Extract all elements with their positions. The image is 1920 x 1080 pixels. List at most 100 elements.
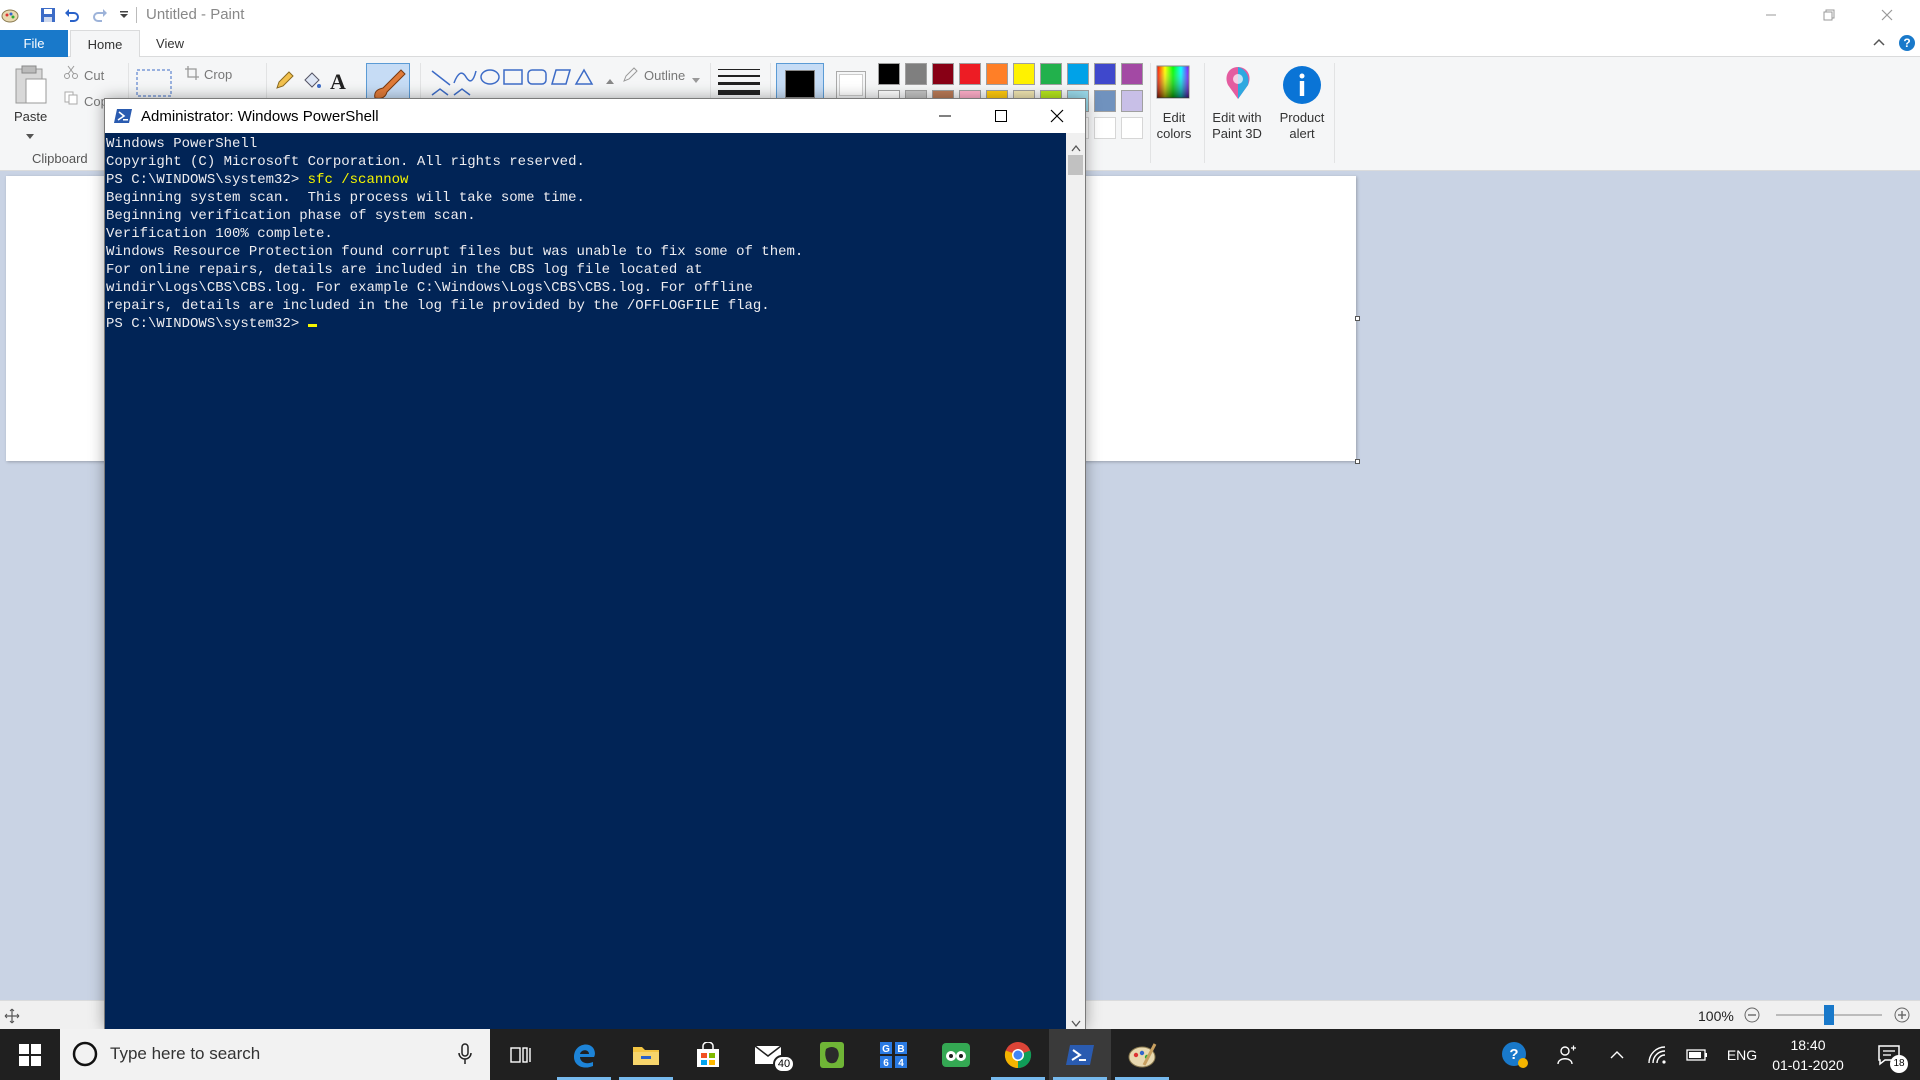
- help-icon[interactable]: ?: [1898, 34, 1916, 57]
- cut-icon[interactable]: [64, 65, 78, 84]
- taskbar-paint[interactable]: [1111, 1029, 1173, 1080]
- tab-file[interactable]: File: [0, 30, 68, 57]
- zoom-out-icon[interactable]: [1744, 1007, 1760, 1028]
- palette-swatch[interactable]: [1067, 63, 1089, 85]
- network-icon[interactable]: [1640, 1029, 1674, 1080]
- taskbar-chrome[interactable]: [987, 1029, 1049, 1080]
- taskbar-gb64[interactable]: GB64: [863, 1029, 925, 1080]
- edit-colors-icon[interactable]: [1156, 65, 1190, 104]
- palette-swatch[interactable]: [1121, 63, 1143, 85]
- chrome-icon: [1004, 1041, 1032, 1068]
- text-tool-icon[interactable]: A: [330, 69, 346, 95]
- taskbar-file-explorer[interactable]: [615, 1029, 677, 1080]
- paint-close-button[interactable]: [1858, 0, 1916, 30]
- customize-quick-access-icon[interactable]: [114, 5, 134, 25]
- undo-icon[interactable]: [62, 5, 82, 25]
- taskbar-edge[interactable]: [553, 1029, 615, 1080]
- palette-swatch[interactable]: [1094, 90, 1116, 112]
- zoom-in-icon[interactable]: [1894, 1007, 1910, 1028]
- powershell-console[interactable]: Windows PowerShell Copyright (C) Microsof…: [105, 133, 1066, 1029]
- color2-button[interactable]: [836, 71, 866, 99]
- fill-bucket-icon[interactable]: [302, 71, 322, 96]
- tab-view[interactable]: View: [142, 30, 198, 57]
- microphone-icon[interactable]: [458, 1043, 472, 1070]
- redo-icon[interactable]: [90, 5, 110, 25]
- svg-text:4: 4: [898, 1058, 904, 1069]
- paint-restore-button[interactable]: [1800, 0, 1858, 30]
- taskbar-evernote[interactable]: [801, 1029, 863, 1080]
- taskbar-store[interactable]: [677, 1029, 739, 1080]
- paint-minimize-button[interactable]: [1742, 0, 1800, 30]
- cortana-icon[interactable]: [72, 1041, 98, 1072]
- svg-text:?: ?: [1509, 1046, 1518, 1063]
- console-command-line: PS C:\WINDOWS\system32> sfc /scannow: [106, 171, 803, 189]
- console-prompt: PS C:\WINDOWS\system32>: [106, 172, 300, 188]
- product-alert-button[interactable]: Product alert: [1272, 110, 1332, 142]
- palette-swatch[interactable]: [959, 63, 981, 85]
- edit-with-paint3d-button[interactable]: Edit with Paint 3D: [1206, 110, 1268, 142]
- outline-dropdown-icon[interactable]: [692, 71, 700, 89]
- palette-swatch[interactable]: [1013, 63, 1035, 85]
- taskbar-search-box[interactable]: Type here to search: [60, 1029, 490, 1080]
- svg-text:B: B: [897, 1044, 904, 1055]
- taskbar-powershell[interactable]: [1049, 1029, 1111, 1080]
- palette-swatch[interactable]: [1040, 63, 1062, 85]
- folder-icon: [633, 1046, 659, 1065]
- resize-handle-corner[interactable]: [1355, 459, 1360, 464]
- scroll-thumb[interactable]: [1068, 155, 1083, 175]
- palette-swatch[interactable]: [1094, 63, 1116, 85]
- palette-swatch[interactable]: [878, 63, 900, 85]
- copy-icon[interactable]: [64, 91, 78, 110]
- people-icon[interactable]: [1550, 1029, 1584, 1080]
- show-hidden-icons-icon[interactable]: [1600, 1029, 1634, 1080]
- edit-colors-button[interactable]: Edit colors: [1152, 110, 1196, 142]
- paste-icon[interactable]: [12, 65, 48, 110]
- outline-icon[interactable]: [622, 67, 638, 88]
- crop-icon[interactable]: [184, 65, 200, 86]
- help-tray-icon[interactable]: ?: [1498, 1029, 1532, 1080]
- outline-button[interactable]: Outline: [644, 68, 685, 83]
- ribbon-separator: [1204, 63, 1205, 163]
- save-icon[interactable]: [38, 5, 58, 25]
- brushes-button[interactable]: [366, 63, 410, 103]
- powershell-maximize-button[interactable]: [973, 99, 1029, 133]
- palette-swatch[interactable]: [905, 63, 927, 85]
- start-button[interactable]: [0, 1029, 60, 1080]
- custom-color-slot[interactable]: [1121, 117, 1143, 139]
- powershell-close-button[interactable]: [1029, 99, 1085, 133]
- taskbar-clock[interactable]: 18:40 01-01-2020: [1768, 1035, 1848, 1075]
- action-center-button[interactable]: 18: [1864, 1029, 1914, 1080]
- paste-button[interactable]: Paste: [14, 109, 47, 124]
- shapes-gallery[interactable]: [430, 67, 610, 102]
- color1-button[interactable]: [776, 63, 824, 103]
- zoom-slider-thumb[interactable]: [1824, 1005, 1834, 1025]
- resize-handle-right[interactable]: [1355, 316, 1360, 321]
- tab-home[interactable]: Home: [70, 30, 140, 57]
- console-line: Beginning system scan. This process will…: [106, 190, 585, 206]
- taskbar-tripadvisor[interactable]: [925, 1029, 987, 1080]
- taskbar: Type here to search 40 GB64 ? ENG 18:40 …: [0, 1029, 1920, 1080]
- size-icon[interactable]: [718, 67, 760, 102]
- minimize-ribbon-icon[interactable]: [1872, 35, 1886, 54]
- powershell-scrollbar[interactable]: [1066, 133, 1085, 1029]
- crop-button[interactable]: Crop: [204, 67, 232, 82]
- shapes-scroll-up-icon[interactable]: [606, 71, 614, 89]
- powershell-icon[interactable]: [114, 108, 132, 129]
- battery-icon[interactable]: [1680, 1029, 1714, 1080]
- pencil-icon[interactable]: [274, 71, 294, 96]
- palette-swatch[interactable]: [1121, 90, 1143, 112]
- paint3d-icon[interactable]: [1220, 65, 1256, 106]
- color1-swatch: [785, 70, 815, 98]
- custom-color-slot[interactable]: [1094, 117, 1116, 139]
- palette-swatch[interactable]: [932, 63, 954, 85]
- cut-button[interactable]: Cut: [84, 68, 104, 83]
- powershell-minimize-button[interactable]: [917, 99, 973, 133]
- product-alert-icon[interactable]: [1282, 65, 1322, 110]
- taskbar-mail[interactable]: 40: [739, 1029, 801, 1080]
- palette-swatch[interactable]: [986, 63, 1008, 85]
- powershell-titlebar[interactable]: Administrator: Windows PowerShell: [105, 99, 1085, 133]
- task-view-button[interactable]: [490, 1029, 552, 1080]
- paint-app-icon[interactable]: [0, 5, 20, 25]
- paste-dropdown-icon[interactable]: [26, 127, 34, 145]
- input-language[interactable]: ENG: [1720, 1029, 1764, 1080]
